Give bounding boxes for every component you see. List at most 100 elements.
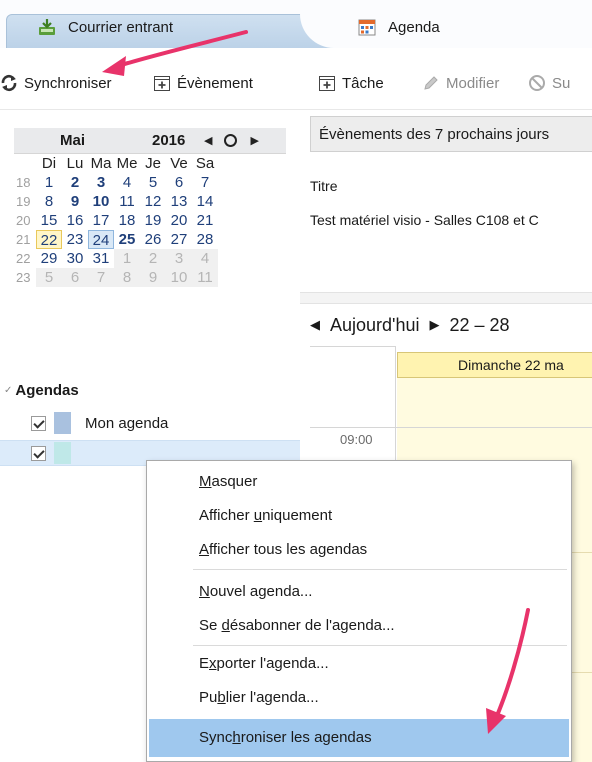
day-cell-next-month[interactable]: 1 (114, 249, 140, 268)
mini-calendar-month[interactable]: Mai (60, 132, 120, 149)
day-cell[interactable]: 23 (62, 230, 88, 249)
day-cell-next-month[interactable]: 7 (88, 268, 114, 287)
event-row[interactable]: Test matériel visio - Salles C108 et C (310, 212, 592, 228)
day-cell[interactable]: 12 (140, 192, 166, 211)
next-period-icon[interactable]: ▶ (430, 317, 440, 333)
agenda-color-swatch (54, 442, 71, 464)
menu-item-show-only[interactable]: Afficher uniquement (199, 507, 332, 524)
day-cell-today[interactable]: 22 (36, 230, 62, 249)
day-cell[interactable]: 3 (88, 173, 114, 192)
menu-item-sync-agendas[interactable]: Synchroniser les agendas (199, 729, 372, 746)
sync-icon (1, 74, 17, 92)
agenda-color-swatch (54, 412, 71, 434)
tab-inbox-label: Courrier entrant (68, 18, 174, 36)
hour-label: 09:00 (340, 432, 373, 447)
day-column-header[interactable]: Dimanche 22 ma (397, 352, 592, 378)
menu-item-new-agenda[interactable]: Nouvel agenda... (199, 583, 312, 600)
new-event-button[interactable]: Évènement (153, 74, 253, 92)
day-cell[interactable]: 28 (192, 230, 218, 249)
modify-button[interactable]: Modifier (422, 74, 499, 92)
day-cell[interactable]: 13 (166, 192, 192, 211)
day-cell[interactable]: 14 (192, 192, 218, 211)
day-cell-next-month[interactable]: 6 (62, 268, 88, 287)
prohibited-icon (529, 75, 545, 91)
agendas-section-title: Agendas (15, 382, 79, 399)
upcoming-events-filter[interactable]: Évènements des 7 prochains jours (310, 116, 592, 152)
menu-item-unsubscribe[interactable]: Se désabonner de l'agenda... (199, 617, 395, 634)
agenda-checkbox[interactable] (31, 415, 46, 431)
day-cell[interactable]: 7 (192, 173, 218, 192)
day-cell[interactable]: 20 (166, 211, 192, 230)
day-cell[interactable]: 25 (114, 230, 140, 249)
date-range-label: 22 – 28 (449, 314, 510, 335)
agenda-name: Mon agenda (85, 414, 169, 432)
agenda-checkbox[interactable] (31, 445, 46, 461)
mini-calendar-grid: Di Lu Ma Me Je Ve Sa 18 1 2 3 4 5 6 7 19… (14, 154, 286, 287)
day-cell-next-month[interactable]: 3 (166, 249, 192, 268)
tab-strip: Courrier entrant Agenda (0, 0, 592, 48)
day-cell[interactable]: 17 (88, 211, 114, 230)
menu-item-show-all[interactable]: Afficher tous les agendas (199, 541, 367, 558)
weekday-header: Sa (195, 155, 215, 172)
tab-agenda[interactable]: Agenda (358, 18, 440, 36)
new-task-button[interactable]: Tâche (318, 74, 384, 92)
events-column-title[interactable]: Titre (310, 178, 337, 194)
day-cell-next-month[interactable]: 2 (140, 249, 166, 268)
day-cell[interactable]: 8 (36, 192, 62, 211)
week-number: 19 (16, 194, 31, 209)
delete-label: Su (552, 74, 571, 92)
menu-item-hide[interactable]: Masquer (199, 473, 257, 490)
day-cell[interactable]: 26 (140, 230, 166, 249)
day-cell-next-month[interactable]: 8 (114, 268, 140, 287)
day-cell[interactable]: 1 (36, 173, 62, 192)
day-cell-next-month[interactable]: 5 (36, 268, 62, 287)
week-number: 18 (16, 175, 31, 190)
sync-button[interactable]: Synchroniser (0, 74, 112, 92)
tab-agenda-label: Agenda (388, 18, 440, 36)
day-cell[interactable]: 30 (62, 249, 88, 268)
calendar-grid-icon (358, 19, 376, 36)
menu-item-export[interactable]: Exporter l'agenda... (199, 655, 329, 672)
previous-month-icon[interactable]: ◀ (204, 134, 212, 147)
day-cell-next-month[interactable]: 11 (192, 268, 218, 287)
day-cell[interactable]: 6 (166, 173, 192, 192)
day-cell[interactable]: 10 (88, 192, 114, 211)
day-cell[interactable]: 19 (140, 211, 166, 230)
day-cell[interactable]: 18 (114, 211, 140, 230)
day-cell-next-month[interactable]: 9 (140, 268, 166, 287)
pane-splitter[interactable] (300, 292, 592, 304)
day-cell[interactable]: 16 (62, 211, 88, 230)
agenda-item-mon-agenda[interactable]: Mon agenda (0, 410, 300, 436)
chevron-down-icon[interactable]: ✓ (4, 385, 12, 396)
day-cell[interactable]: 2 (62, 173, 88, 192)
day-cell-next-month[interactable]: 10 (166, 268, 192, 287)
day-cell[interactable]: 5 (140, 173, 166, 192)
day-cell[interactable]: 9 (62, 192, 88, 211)
week-number: 23 (16, 270, 31, 285)
sync-button-label: Synchroniser (24, 74, 112, 92)
day-cell[interactable]: 4 (114, 173, 140, 192)
day-cell[interactable]: 29 (36, 249, 62, 268)
agendas-section-header[interactable]: ✓ Agendas (4, 382, 79, 399)
weekday-header: Me (116, 155, 138, 172)
today-button[interactable]: Aujourd'hui (330, 315, 420, 336)
inbox-download-icon (39, 19, 55, 35)
delete-button[interactable]: Su (528, 74, 570, 92)
mini-calendar: Mai 2016 ◀ ▶ Di Lu Ma Me Je Ve Sa 18 1 2… (14, 128, 286, 287)
menu-separator (193, 645, 567, 646)
today-circle-icon[interactable] (224, 134, 238, 147)
tab-inbox[interactable]: Courrier entrant (38, 18, 173, 36)
day-cell[interactable]: 31 (88, 249, 114, 268)
day-cell[interactable]: 27 (166, 230, 192, 249)
day-cell[interactable]: 15 (36, 211, 62, 230)
pencil-icon (424, 76, 438, 90)
day-cell-selected[interactable]: 24 (88, 230, 114, 249)
next-month-icon[interactable]: ▶ (250, 134, 258, 147)
day-cell-next-month[interactable]: 4 (192, 249, 218, 268)
day-cell[interactable]: 21 (192, 211, 218, 230)
day-cell[interactable]: 11 (114, 192, 140, 211)
week-number: 21 (16, 232, 31, 247)
previous-period-icon[interactable]: ◀ (310, 317, 320, 333)
mini-calendar-year[interactable]: 2016 (152, 132, 194, 149)
menu-item-publish[interactable]: Publier l'agenda... (199, 689, 319, 706)
